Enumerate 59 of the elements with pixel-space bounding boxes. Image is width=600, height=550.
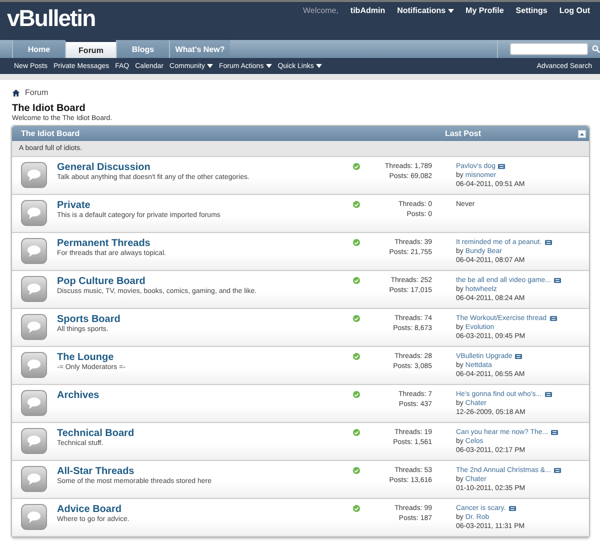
speech-bubble-icon bbox=[21, 200, 47, 226]
go-to-post-icon[interactable] bbox=[544, 240, 552, 245]
caret-icon bbox=[266, 64, 272, 68]
check-icon bbox=[353, 429, 360, 436]
check-icon bbox=[353, 201, 360, 208]
speech-bubble-icon bbox=[21, 314, 47, 340]
forum-title-link[interactable]: Sports Board bbox=[57, 314, 353, 325]
check-icon bbox=[353, 467, 360, 474]
logo[interactable]: vBulletin bbox=[0, 2, 96, 32]
go-to-post-icon[interactable] bbox=[498, 164, 506, 169]
welcome-text: Welcome, bbox=[303, 6, 338, 15]
go-to-post-icon[interactable] bbox=[544, 392, 552, 397]
forum-title-link[interactable]: General Discussion bbox=[57, 162, 353, 173]
go-to-post-icon[interactable] bbox=[554, 278, 561, 283]
speech-bubble-icon bbox=[21, 276, 47, 302]
go-to-post-icon[interactable] bbox=[550, 316, 557, 321]
speech-bubble-icon bbox=[21, 162, 47, 188]
nav-tab[interactable]: Forum bbox=[65, 40, 116, 58]
forum-title-link[interactable]: The Lounge bbox=[57, 352, 353, 363]
header-link[interactable]: My Profile bbox=[466, 6, 504, 15]
check-icon bbox=[353, 315, 360, 322]
check-icon bbox=[353, 277, 360, 284]
forum-title-link[interactable]: Pop Culture Board bbox=[57, 276, 353, 287]
search-icon bbox=[592, 45, 600, 53]
search-field[interactable] bbox=[510, 43, 588, 55]
go-to-post-icon[interactable] bbox=[554, 468, 561, 473]
forum-title-link[interactable]: All-Star Threads bbox=[57, 466, 353, 477]
header-title: The Idiot Board bbox=[21, 129, 81, 138]
username-link[interactable]: tibAdmin bbox=[350, 6, 386, 15]
header-link[interactable]: Notifications bbox=[397, 6, 454, 15]
speech-bubble-icon bbox=[21, 352, 47, 378]
forum-title-link[interactable]: Advice Board bbox=[57, 504, 353, 515]
speech-bubble-icon bbox=[21, 390, 47, 416]
caret-icon bbox=[316, 64, 322, 68]
speech-bubble-icon bbox=[21, 504, 47, 530]
check-icon bbox=[353, 505, 360, 512]
go-to-post-icon[interactable] bbox=[508, 506, 516, 511]
check-icon bbox=[353, 353, 360, 360]
collapse-icon bbox=[578, 130, 586, 138]
caret-icon bbox=[206, 64, 213, 68]
go-to-post-icon[interactable] bbox=[515, 354, 522, 359]
forum-title-link[interactable]: Technical Board bbox=[57, 428, 353, 439]
page-title: The Idiot Board bbox=[11, 102, 86, 114]
check-icon bbox=[353, 163, 360, 170]
speech-bubble-icon bbox=[21, 466, 47, 492]
breadcrumb-link[interactable]: Forum bbox=[25, 88, 48, 97]
speech-bubble-icon bbox=[21, 238, 47, 264]
speech-bubble-icon bbox=[21, 428, 47, 454]
forum-title-link[interactable]: Permanent Threads bbox=[57, 238, 353, 249]
home-icon bbox=[12, 88, 20, 96]
caret-icon bbox=[448, 8, 454, 12]
forum-title-link[interactable]: Private bbox=[57, 200, 353, 211]
forum-title-link[interactable]: Archives bbox=[57, 390, 353, 401]
header-link[interactable]: Settings bbox=[516, 6, 548, 15]
check-icon bbox=[353, 239, 360, 246]
header-link[interactable]: Log Out bbox=[559, 6, 590, 15]
check-icon bbox=[353, 391, 360, 398]
column-heading: Last Post bbox=[445, 129, 482, 138]
go-to-post-icon[interactable] bbox=[551, 430, 558, 435]
